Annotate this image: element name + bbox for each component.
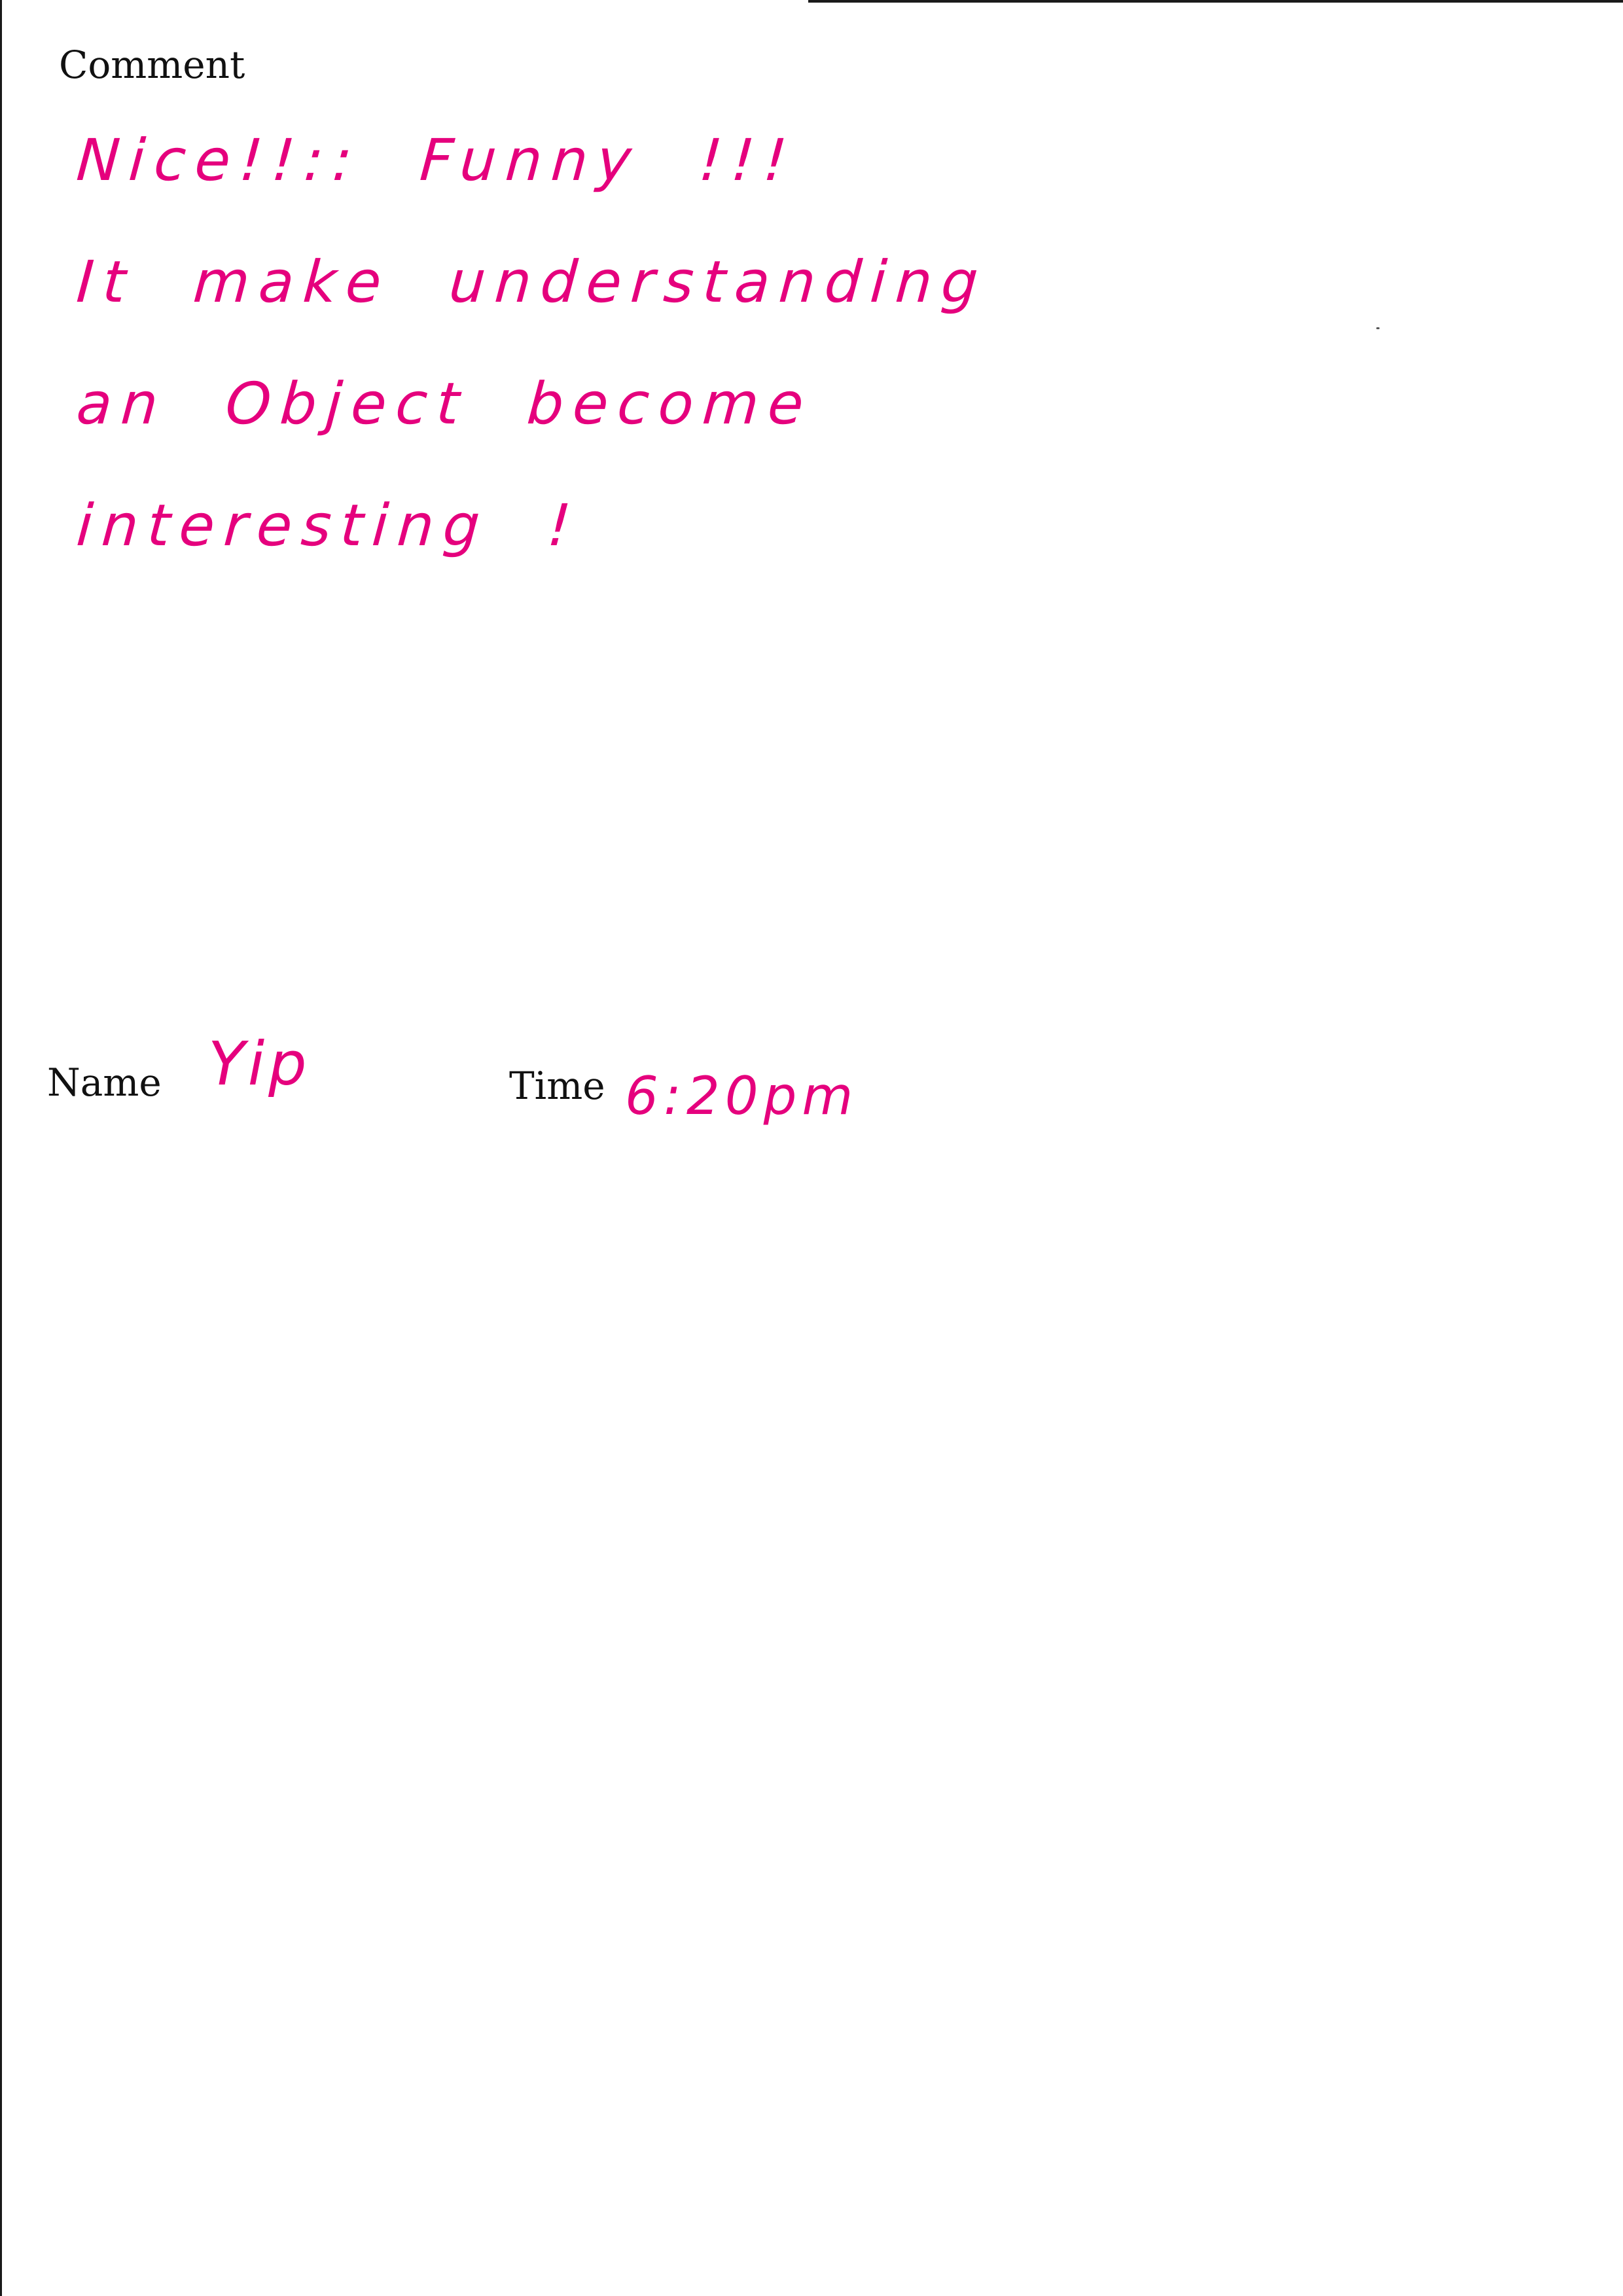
scan-border-top (808, 0, 1623, 3)
comment-line-2: It make understanding (74, 248, 990, 315)
handwritten-comment: Nice!!:: Funny !!! It make understanding… (75, 121, 990, 608)
comment-line-1: Nice!!:: Funny !!! (74, 126, 798, 194)
comment-label: Comment (59, 43, 245, 87)
comment-line-3: an Object become (74, 370, 815, 437)
handwritten-time: 6:20pm (625, 1066, 859, 1126)
time-label: Time (509, 1064, 605, 1108)
scan-speck (1376, 327, 1380, 329)
handwritten-name: Yip (208, 1029, 311, 1099)
name-label: Name (47, 1060, 162, 1105)
scan-border-left (0, 0, 2, 2296)
comment-line-4: interesting ! (74, 492, 582, 559)
